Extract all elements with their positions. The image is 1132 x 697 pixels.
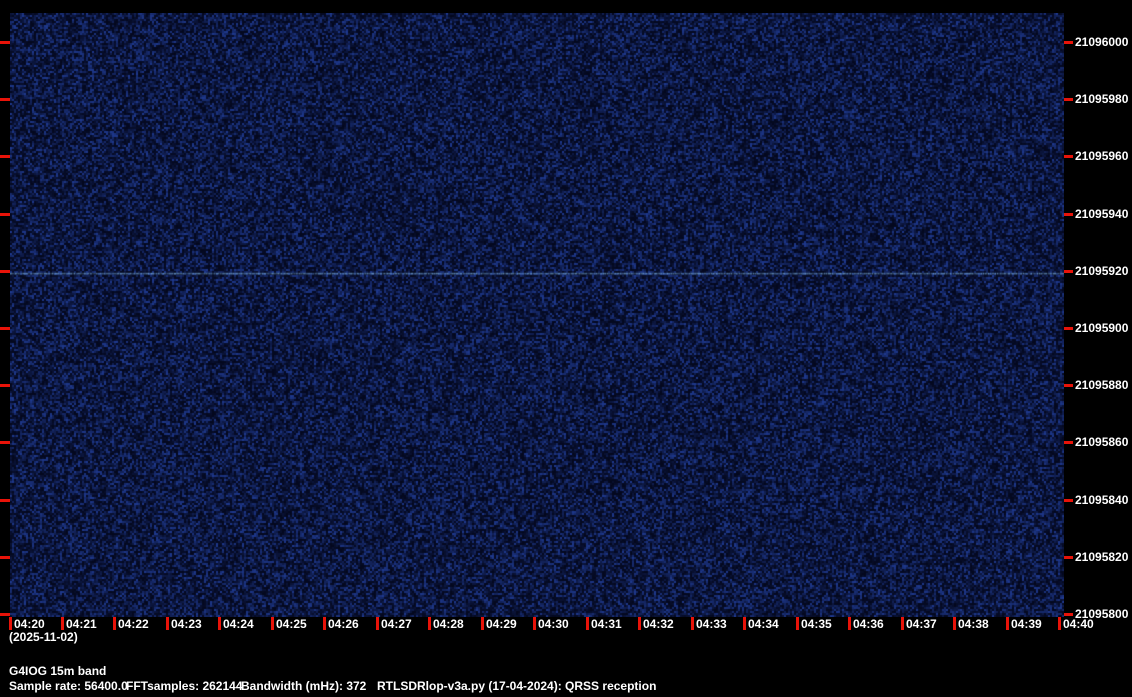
freq-tick-right bbox=[1064, 213, 1073, 216]
freq-tick-label: 21095820 bbox=[1075, 550, 1128, 564]
freq-tick-right bbox=[1064, 327, 1073, 330]
time-tick-label: 04:33 bbox=[696, 618, 727, 631]
freq-tick-left bbox=[0, 384, 10, 387]
time-tick-label: 04:23 bbox=[171, 618, 202, 631]
time-tick bbox=[586, 617, 589, 630]
freq-tick-right bbox=[1064, 98, 1073, 101]
freq-tick-right bbox=[1064, 155, 1073, 158]
freq-tick-left bbox=[0, 499, 10, 502]
sample-rate-label: Sample rate: 56400.0 bbox=[9, 680, 128, 693]
freq-tick-label: 21095960 bbox=[1075, 149, 1128, 163]
freq-tick-left bbox=[0, 441, 10, 444]
time-tick-label: 04:27 bbox=[381, 618, 412, 631]
time-tick-label: 04:39 bbox=[1011, 618, 1042, 631]
time-tick-label: 04:29 bbox=[486, 618, 517, 631]
freq-tick-label: 21095840 bbox=[1075, 493, 1128, 507]
time-tick bbox=[428, 617, 431, 630]
time-tick-label: 04:28 bbox=[433, 618, 464, 631]
time-tick-label: 04:38 bbox=[958, 618, 989, 631]
time-tick bbox=[218, 617, 221, 630]
time-tick-label: 04:40 bbox=[1063, 618, 1094, 631]
time-tick-label: 04:22 bbox=[118, 618, 149, 631]
time-tick-label: 04:37 bbox=[906, 618, 937, 631]
freq-tick-left bbox=[0, 613, 10, 616]
time-tick bbox=[1058, 617, 1061, 630]
time-tick-label: 04:34 bbox=[748, 618, 779, 631]
freq-tick-label: 21095980 bbox=[1075, 92, 1128, 106]
time-tick bbox=[953, 617, 956, 630]
freq-tick-left bbox=[0, 41, 10, 44]
freq-tick-right bbox=[1064, 613, 1073, 616]
time-tick bbox=[638, 617, 641, 630]
freq-tick-right bbox=[1064, 384, 1073, 387]
time-tick-label: 04:36 bbox=[853, 618, 884, 631]
freq-tick-label: 21095900 bbox=[1075, 321, 1128, 335]
freq-tick-right bbox=[1064, 270, 1073, 273]
freq-tick-label: 21095920 bbox=[1075, 264, 1128, 278]
time-tick bbox=[848, 617, 851, 630]
time-tick bbox=[271, 617, 274, 630]
freq-tick-label: 21095880 bbox=[1075, 378, 1128, 392]
fft-samples-label: FFTsamples: 262144 bbox=[126, 680, 243, 693]
time-tick-label: 04:31 bbox=[591, 618, 622, 631]
time-tick-label: 04:26 bbox=[328, 618, 359, 631]
freq-tick-left bbox=[0, 155, 10, 158]
date-label: (2025-11-02) bbox=[9, 631, 78, 644]
time-tick bbox=[743, 617, 746, 630]
time-tick bbox=[901, 617, 904, 630]
program-info-label: RTLSDRlop-v3a.py (17-04-2024): QRSS rece… bbox=[377, 680, 656, 693]
time-tick bbox=[323, 617, 326, 630]
freq-tick-left bbox=[0, 327, 10, 330]
time-tick-label: 04:24 bbox=[223, 618, 254, 631]
freq-tick-right bbox=[1064, 41, 1073, 44]
time-tick-label: 04:30 bbox=[538, 618, 569, 631]
freq-tick-right bbox=[1064, 441, 1073, 444]
time-tick bbox=[376, 617, 379, 630]
time-tick bbox=[61, 617, 64, 630]
time-tick bbox=[481, 617, 484, 630]
spectrogram-waterfall bbox=[10, 13, 1064, 617]
freq-tick-right bbox=[1064, 556, 1073, 559]
time-tick-label: 04:25 bbox=[276, 618, 307, 631]
freq-tick-left bbox=[0, 270, 10, 273]
freq-tick-left bbox=[0, 213, 10, 216]
freq-tick-right bbox=[1064, 499, 1073, 502]
time-tick bbox=[9, 617, 12, 630]
freq-tick-label: 21095940 bbox=[1075, 207, 1128, 221]
time-tick bbox=[533, 617, 536, 630]
time-tick-label: 04:35 bbox=[801, 618, 832, 631]
time-tick bbox=[691, 617, 694, 630]
freq-tick-label: 21096000 bbox=[1075, 35, 1128, 49]
station-band-label: G4IOG 15m band bbox=[9, 665, 106, 678]
time-tick-label: 04:32 bbox=[643, 618, 674, 631]
freq-tick-label: 21095860 bbox=[1075, 435, 1128, 449]
bandwidth-label: Bandwidth (mHz): 372 bbox=[241, 680, 366, 693]
time-tick bbox=[113, 617, 116, 630]
time-tick bbox=[796, 617, 799, 630]
qrss-grabber-screen: 21096000 21095980 21095960 21095940 21095920… bbox=[0, 0, 1132, 697]
time-tick bbox=[1006, 617, 1009, 630]
freq-tick-left bbox=[0, 556, 10, 559]
time-tick bbox=[166, 617, 169, 630]
freq-tick-left bbox=[0, 98, 10, 101]
